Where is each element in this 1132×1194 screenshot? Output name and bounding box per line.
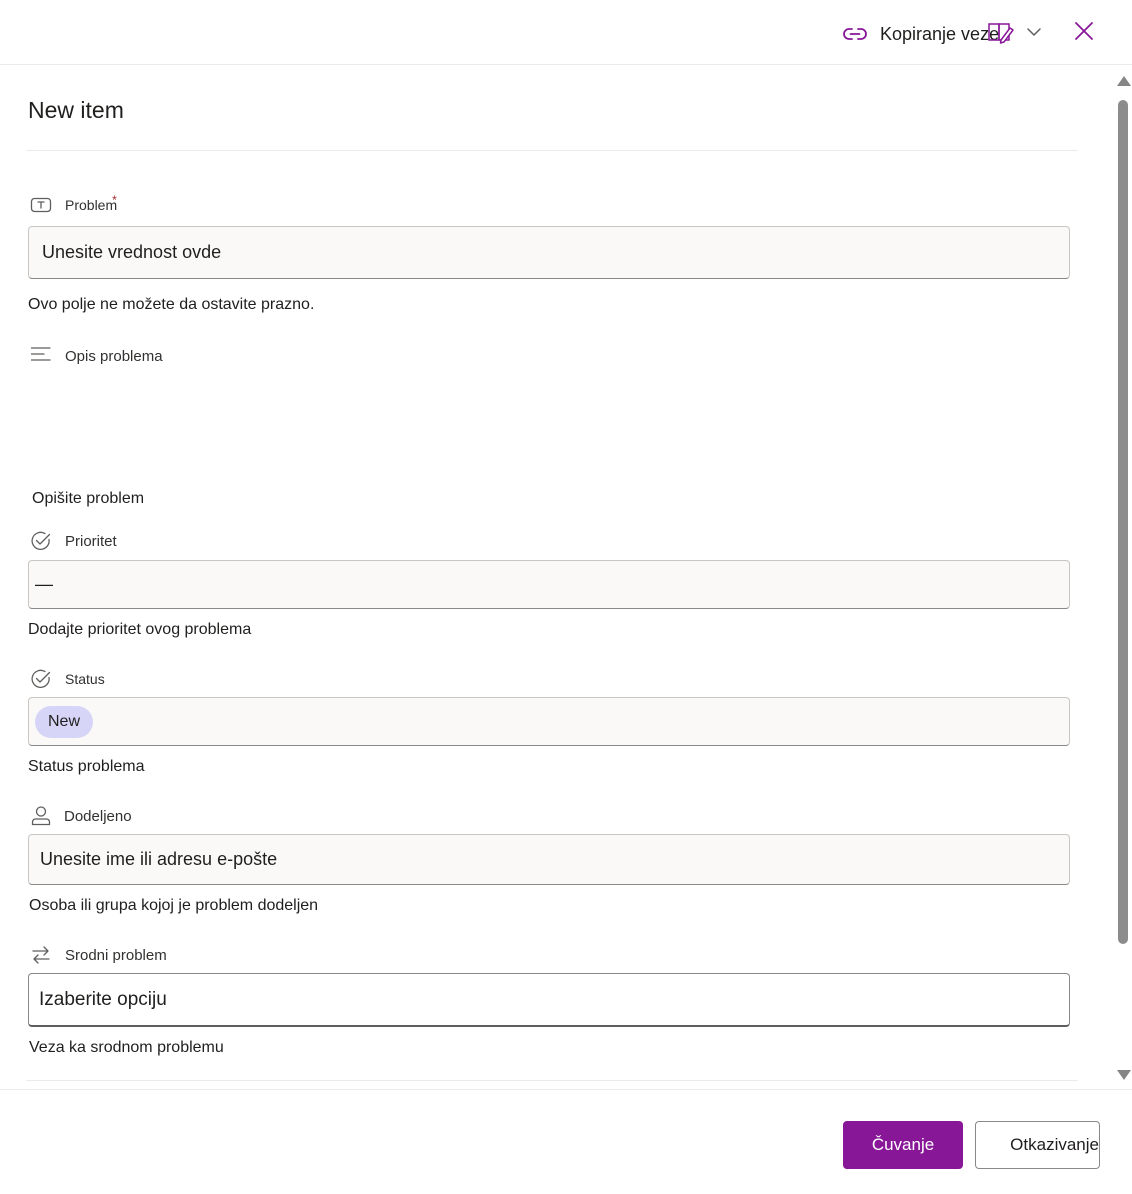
scroll-thumb[interactable] bbox=[1118, 100, 1128, 944]
priority-label: Prioritet bbox=[65, 532, 117, 550]
status-pill: New bbox=[35, 705, 94, 738]
copy-link-button[interactable]: Kopiranje veze bbox=[842, 20, 999, 48]
choice-check-icon bbox=[31, 531, 51, 551]
choice-check-icon bbox=[31, 669, 51, 689]
top-bar: Kopiranje veze bbox=[0, 0, 1132, 65]
lookup-arrows-icon bbox=[32, 946, 50, 964]
related-dropdown[interactable]: Izaberite opciju bbox=[28, 973, 1070, 1027]
related-placeholder: Izaberite opciju bbox=[39, 988, 167, 1010]
required-star: * bbox=[112, 193, 117, 207]
scroll-up-arrow[interactable] bbox=[1117, 76, 1131, 86]
description-label: Opis problema bbox=[65, 347, 163, 365]
related-helper: Veza ka srodnom problemu bbox=[29, 1039, 224, 1056]
link-icon bbox=[843, 28, 867, 40]
assigned-placeholder: Unesite ime ili adresu e-pošte bbox=[40, 849, 278, 869]
description-helper: Opišite problem bbox=[32, 490, 145, 507]
edit-form-icon[interactable] bbox=[986, 20, 1016, 46]
assigned-field-label: Dodeljeno bbox=[30, 805, 132, 827]
priority-field-label: Prioritet bbox=[30, 530, 117, 552]
status-helper: Status problema bbox=[28, 758, 145, 775]
priority-helper: Dodajte prioritet ovog problema bbox=[28, 621, 252, 638]
problem-helper: Ovo polje ne možete da ostavite prazno. bbox=[28, 296, 315, 313]
scroll-down-arrow[interactable] bbox=[1117, 1070, 1131, 1080]
cancel-button[interactable]: Otkazivanje bbox=[975, 1121, 1100, 1169]
related-label: Srodni problem bbox=[65, 946, 167, 964]
assigned-helper: Osoba ili grupa kojoj je problem dodelje… bbox=[29, 897, 319, 914]
bottom-divider bbox=[26, 1080, 1078, 1081]
priority-dropdown[interactable]: — bbox=[28, 560, 1070, 609]
problem-label: Problem bbox=[65, 197, 118, 213]
assigned-people-picker[interactable]: Unesite ime ili adresu e-pošte bbox=[28, 834, 1070, 885]
scrollbar[interactable] bbox=[1114, 76, 1132, 1080]
status-label: Status bbox=[65, 671, 105, 687]
status-dropdown[interactable]: New bbox=[28, 697, 1070, 746]
problem-input[interactable]: Unesite vrednost ovde bbox=[28, 226, 1070, 279]
assigned-label: Dodeljeno bbox=[64, 807, 132, 825]
description-input[interactable] bbox=[28, 378, 1070, 478]
status-field-label: Status bbox=[30, 668, 105, 690]
close-icon[interactable] bbox=[1072, 19, 1096, 43]
problem-field-label: Problem * bbox=[30, 193, 118, 216]
chevron-down-icon[interactable] bbox=[1024, 22, 1044, 42]
form-title: New item bbox=[28, 97, 124, 123]
save-button[interactable]: Čuvanje bbox=[843, 1121, 963, 1169]
person-icon bbox=[31, 806, 51, 826]
related-field-label: Srodni problem bbox=[30, 944, 167, 966]
copy-link-label: Kopiranje veze bbox=[880, 23, 1000, 44]
problem-input-placeholder: Unesite vrednost ovde bbox=[42, 242, 222, 262]
title-divider bbox=[26, 150, 1078, 151]
text-field-icon bbox=[30, 197, 52, 213]
description-field-label: Opis problema bbox=[30, 345, 163, 367]
priority-value: — bbox=[35, 574, 53, 594]
multiline-text-icon bbox=[30, 347, 51, 361]
